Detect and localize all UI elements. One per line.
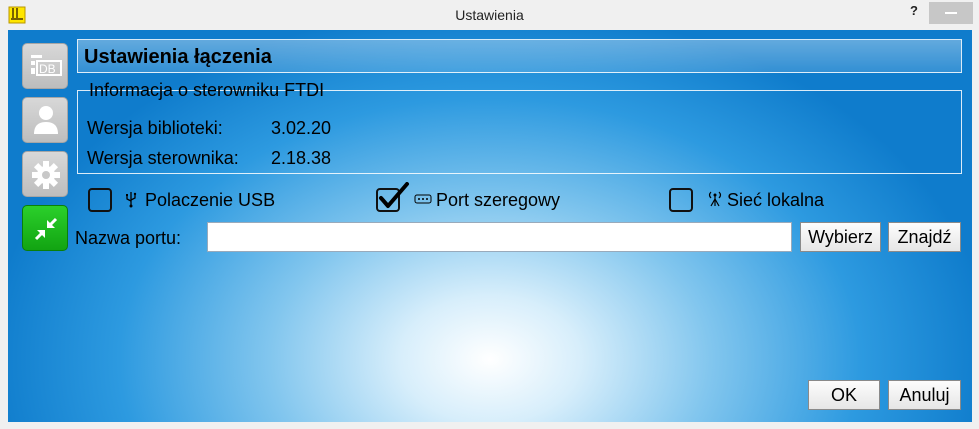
driver-version-label: Wersja sterownika: [87, 148, 239, 168]
serial-checkbox[interactable] [376, 182, 409, 212]
choose-button[interactable]: Wybierz [800, 222, 881, 252]
svg-text:DB: DB [39, 62, 56, 76]
library-version-label: Wersja biblioteki: [87, 118, 223, 138]
sidebar-item-connection[interactable] [22, 205, 68, 251]
title-bar: Ustawienia ? [0, 0, 979, 30]
serial-label: Port szeregowy [436, 190, 561, 210]
user-icon [34, 106, 58, 134]
ftdi-info-group: Informacja o sterowniku FTDI Wersja bibl… [77, 78, 962, 174]
help-button[interactable]: ? [902, 2, 926, 24]
sidebar-item-database[interactable]: DB [22, 43, 68, 89]
database-icon: DB [31, 55, 62, 76]
gear-icon [32, 161, 60, 189]
section-header: Ustawienia łączenia [77, 39, 962, 73]
sidebar-item-user[interactable] [22, 97, 68, 143]
ftdi-info-legend: Informacja o sterowniku FTDI [86, 78, 328, 102]
port-name-input[interactable] [207, 222, 792, 252]
usb-label: Polaczenie USB [145, 190, 276, 210]
lan-checkbox[interactable] [669, 188, 693, 212]
section-title: Ustawienia łączenia [84, 46, 272, 68]
find-button[interactable]: Znajdź [888, 222, 961, 252]
checkmark-icon [379, 182, 409, 208]
cancel-button[interactable]: Anuluj [888, 380, 961, 410]
antenna-icon [708, 191, 722, 207]
driver-version-value: 2.18.38 [271, 148, 332, 168]
serial-port-icon [414, 194, 432, 204]
library-version-value: 3.02.20 [271, 118, 332, 138]
port-name-label: Nazwa portu: [75, 228, 182, 248]
close-button[interactable] [929, 2, 973, 24]
usb-checkbox[interactable] [88, 188, 112, 212]
window-title: Ustawienia [455, 7, 524, 23]
ok-button[interactable]: OK [808, 380, 880, 410]
client-area: DB Ustawienia łączenia Informacja o ster… [8, 30, 972, 422]
usb-icon [126, 192, 137, 208]
collapse-arrows-icon [34, 217, 58, 241]
close-icon [945, 12, 957, 14]
lan-label: Sieć lokalna [727, 190, 825, 210]
sidebar-item-settings[interactable] [22, 151, 68, 197]
